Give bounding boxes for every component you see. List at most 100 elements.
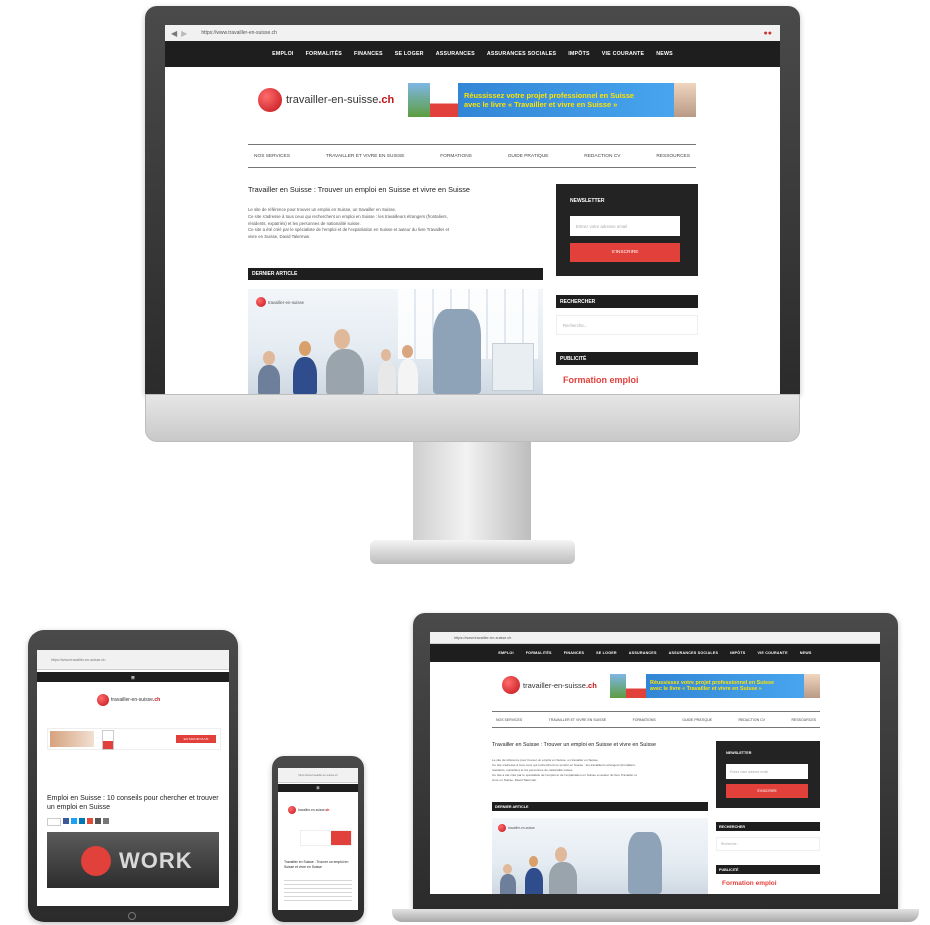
desktop-monitor: ◀ ▶ https://www.travailler-en-suisse.ch …: [145, 6, 800, 442]
nav-item[interactable]: IMPÔTS: [730, 651, 745, 655]
subnav-item[interactable]: TRAVAILLER ET VIVRE EN SUISSE: [549, 718, 606, 722]
laptop-book-banner[interactable]: Réussissez votre projet professionnel en…: [610, 674, 820, 698]
banner-landscape: [610, 674, 626, 698]
newsletter-subscribe-button[interactable]: S'INSCRIRE: [570, 243, 680, 262]
ad-heading: PUBLICITÉ: [556, 352, 698, 365]
intro-text: Le site de référence pour trouver un emp…: [248, 207, 450, 240]
tablet-address-bar[interactable]: https://www.travailler-en-suisse.ch: [37, 650, 229, 670]
subnav-item[interactable]: NOS SERVICES: [496, 718, 522, 722]
subnav-item[interactable]: FORMATIONS: [633, 718, 656, 722]
nav-item[interactable]: ASSURANCES: [436, 51, 475, 57]
nav-item[interactable]: FINANCES: [564, 651, 584, 655]
article-logo: travailler-en-suisse: [498, 824, 535, 832]
nav-item[interactable]: EMPLOI: [498, 651, 513, 655]
laptop-search-heading: RECHERCHER: [716, 822, 820, 831]
head: [299, 341, 311, 356]
laptop-ad-text[interactable]: Formation emploi: [722, 880, 777, 887]
nav-item[interactable]: FINANCES: [354, 51, 383, 57]
twitter-icon[interactable]: [71, 818, 77, 824]
nav-item[interactable]: FORMALITÉS: [526, 651, 552, 655]
subnav-item[interactable]: GUIDE PRATIQUE: [682, 718, 712, 722]
subnav-item[interactable]: GUIDE PRATIQUE: [508, 154, 549, 159]
subnav-item[interactable]: REDACTION CV: [739, 718, 765, 722]
search-input[interactable]: Recherche...: [556, 315, 698, 335]
nav-item[interactable]: FORMALITÉS: [306, 51, 342, 57]
search-heading: RECHERCHER: [556, 295, 698, 308]
url-text[interactable]: https://www.travailler-en-suisse.ch: [201, 30, 277, 36]
newsletter-email-field[interactable]: Entrez votre adresse email: [570, 216, 680, 236]
email-icon[interactable]: [103, 818, 109, 824]
google-icon[interactable]: [87, 818, 93, 824]
person: [525, 868, 543, 894]
nav-item[interactable]: NEWS: [656, 51, 673, 57]
newsletter-label: NEWSLETTER: [570, 198, 605, 204]
tablet-banner-button[interactable]: EN SAVOIR PLUS: [176, 735, 216, 743]
logo-mark-icon: [258, 88, 282, 112]
head: [503, 864, 512, 874]
nav-item[interactable]: VIE COURANTE: [602, 51, 644, 57]
person: [293, 357, 317, 394]
tablet-menu-bar[interactable]: ☰: [37, 672, 229, 682]
nav-item[interactable]: ASSURANCES: [629, 651, 657, 655]
subnav-item[interactable]: NOS SERVICES: [254, 154, 290, 159]
nav-item[interactable]: ASSURANCES SOCIALES: [669, 651, 719, 655]
menu-icon[interactable]: ●●: [764, 30, 772, 37]
head: [381, 349, 391, 361]
newsletter-email-field[interactable]: Entrez votre adresse email: [726, 764, 808, 779]
laptop-search-input[interactable]: Recherche...: [716, 837, 820, 851]
site-logo[interactable]: travailler-en-suisse .ch: [258, 85, 394, 115]
back-icon[interactable]: ◀: [171, 29, 177, 38]
person: [549, 862, 577, 894]
forward-icon[interactable]: ▶: [181, 29, 187, 38]
ad-text[interactable]: Formation emploi: [563, 375, 639, 385]
person: [433, 309, 481, 394]
logo-text: travailler-en-suisse: [286, 94, 379, 106]
laptop-address-bar[interactable]: https://www.travailler-en-suisse.ch: [430, 632, 880, 644]
share-count: [47, 818, 61, 826]
tablet-share-buttons: [47, 818, 109, 826]
nav-item[interactable]: VIE COURANTE: [757, 651, 787, 655]
tablet-banner[interactable]: EN SAVOIR PLUS: [47, 728, 221, 750]
nav-item[interactable]: IMPÔTS: [568, 51, 590, 57]
tablet-logo[interactable]: travailler-en-suisse .ch: [97, 694, 160, 706]
logo-mark-icon: [498, 824, 506, 832]
phone-logo[interactable]: travailler-en-suisse .ch: [288, 806, 329, 814]
tablet-home-button[interactable]: [128, 912, 136, 920]
monitor-chin: [145, 394, 800, 442]
person: [500, 874, 516, 894]
subnav-item[interactable]: REDACTION CV: [584, 154, 620, 159]
laptop-newsletter-box: NEWSLETTER Entrez votre adresse email S'…: [716, 741, 820, 808]
subnav-item[interactable]: TRAVAILLER ET VIVRE EN SUISSE: [326, 154, 405, 159]
tablet-article-title: Emploi en Suisse : 10 conseils pour cher…: [47, 795, 219, 811]
subnav-item[interactable]: RESSOURCES: [656, 154, 690, 159]
tablet-hero-image[interactable]: WORK: [47, 832, 219, 888]
article-image[interactable]: travailler-en-suisse: [248, 289, 543, 394]
nav-item[interactable]: ASSURANCES SOCIALES: [487, 51, 556, 57]
swiss-flag-icon: [81, 846, 111, 876]
nav-item[interactable]: SE LOGER: [395, 51, 424, 57]
phone-address-bar[interactable]: https://www.travailler-en-suisse.ch: [278, 768, 358, 783]
tablet-screen: https://www.travailler-en-suisse.ch ☰ tr…: [37, 650, 229, 906]
nav-item[interactable]: EMPLOI: [272, 51, 294, 57]
head: [529, 856, 538, 867]
easel-board: [492, 343, 534, 391]
subnav-item[interactable]: FORMATIONS: [440, 154, 472, 159]
laptop-screen: https://www.travailler-en-suisse.ch EMPL…: [430, 632, 880, 894]
nav-item[interactable]: SE LOGER: [596, 651, 617, 655]
facebook-icon[interactable]: [63, 818, 69, 824]
phone-banner[interactable]: [300, 830, 352, 846]
person: [258, 365, 280, 394]
subnav-item[interactable]: RESSOURCES: [791, 718, 816, 722]
linkedin-icon[interactable]: [79, 818, 85, 824]
phone-menu-bar[interactable]: ☰: [278, 784, 358, 792]
laptop-article-image[interactable]: travailler-en-suisse: [492, 818, 708, 894]
author-photo: [804, 674, 820, 698]
newsletter-subscribe-button[interactable]: S'INSCRIRE: [726, 784, 808, 798]
main-nav: EMPLOI FORMALITÉS FINANCES SE LOGER ASSU…: [165, 41, 780, 67]
monitor-stand-base: [370, 540, 575, 564]
browser-address-bar[interactable]: ◀ ▶ https://www.travailler-en-suisse.ch …: [165, 25, 780, 42]
laptop-logo[interactable]: travailler-en-suisse .ch: [502, 676, 597, 694]
book-banner[interactable]: Réussissez votre projet professionnel en…: [408, 83, 696, 117]
print-icon[interactable]: [95, 818, 101, 824]
nav-item[interactable]: NEWS: [800, 651, 812, 655]
